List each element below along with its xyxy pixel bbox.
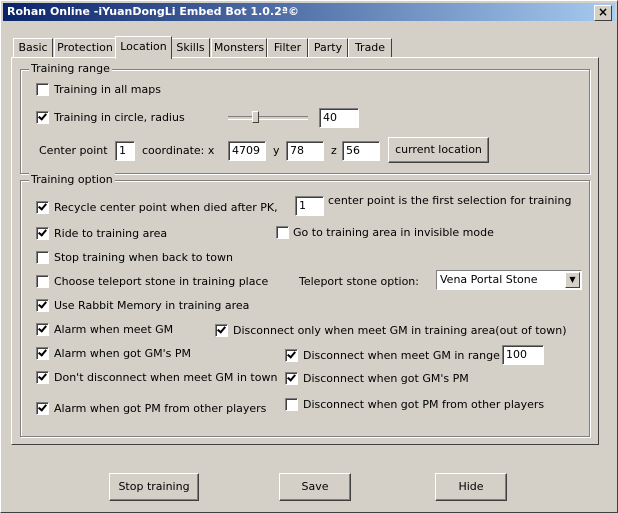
no-disconnect-town-label: Don't disconnect when meet GM in town bbox=[54, 371, 278, 384]
no-disconnect-town-checkbox[interactable] bbox=[36, 371, 49, 384]
recycle-center-checkbox[interactable] bbox=[36, 201, 49, 214]
center-point-input[interactable]: 1 bbox=[115, 141, 135, 161]
recycle-center-label: Recycle center point when died after PK, bbox=[54, 201, 278, 214]
training-option-group: Training option Recycle center point whe… bbox=[20, 173, 590, 437]
disconnect-gm-area-checkbox[interactable] bbox=[215, 324, 228, 337]
window-title: Rohan Online -iYuanDongLi Embed Bot 1.0.… bbox=[7, 5, 299, 18]
alarm-gm-pm-checkbox[interactable] bbox=[36, 347, 49, 360]
training-all-maps-label: Training in all maps bbox=[54, 83, 161, 96]
tab-label: Basic bbox=[18, 41, 48, 54]
rabbit-memory-checkbox[interactable] bbox=[36, 299, 49, 312]
z-label: z bbox=[331, 144, 337, 157]
disconnect-gm-range-checkbox[interactable] bbox=[285, 349, 298, 362]
tab-protection[interactable]: Protection bbox=[54, 38, 116, 58]
tab-location[interactable]: Location bbox=[115, 36, 172, 59]
stop-training-button[interactable]: Stop training bbox=[109, 473, 199, 501]
tab-label: Trade bbox=[354, 41, 386, 54]
disconnect-gm-range-label: Disconnect when meet GM in range bbox=[303, 349, 500, 362]
disconnect-gm-area-label: Disconnect only when meet GM in training… bbox=[233, 324, 567, 337]
disconnect-pm-players-label: Disconnect when got PM from other player… bbox=[303, 398, 545, 411]
location-panel: Training range Training in all maps Trai… bbox=[11, 57, 599, 445]
disconnect-pm-players-checkbox[interactable] bbox=[285, 398, 298, 411]
teleport-stone-selected: Vena Portal Stone bbox=[440, 273, 538, 286]
save-button[interactable]: Save bbox=[279, 473, 351, 501]
rabbit-memory-label: Use Rabbit Memory in training area bbox=[54, 299, 250, 312]
center-point-label: Center point bbox=[39, 144, 108, 157]
tab-monsters[interactable]: Monsters bbox=[211, 38, 267, 58]
ride-label: Ride to training area bbox=[54, 227, 168, 240]
disconnect-gm-pm-checkbox[interactable] bbox=[285, 372, 298, 385]
teleport-stone-select[interactable]: Vena Portal Stone ▼ bbox=[436, 270, 582, 290]
x-coordinate-input[interactable]: 4709 bbox=[228, 141, 266, 161]
ride-checkbox[interactable] bbox=[36, 227, 49, 240]
bot-window: Rohan Online -iYuanDongLi Embed Bot 1.0.… bbox=[0, 0, 618, 513]
tab-label: Party bbox=[313, 41, 343, 54]
gm-range-input[interactable]: 100 bbox=[502, 345, 544, 365]
close-button[interactable]: × bbox=[594, 5, 612, 21]
tab-label: Monsters bbox=[213, 41, 265, 54]
tab-label: Protection bbox=[57, 41, 113, 54]
training-circle-label: Training in circle, radius bbox=[54, 111, 185, 124]
center-selection-input[interactable]: 1 bbox=[295, 196, 324, 216]
alarm-gm-label: Alarm when meet GM bbox=[54, 323, 174, 336]
tab-skills[interactable]: Skills bbox=[171, 38, 210, 58]
stop-back-town-checkbox[interactable] bbox=[36, 251, 49, 264]
tab-party[interactable]: Party bbox=[308, 38, 348, 58]
center-selection-text: center point is the first selection for … bbox=[328, 194, 572, 207]
invisible-checkbox[interactable] bbox=[276, 226, 289, 239]
stop-back-town-label: Stop training when back to town bbox=[54, 251, 234, 264]
radius-input[interactable]: 40 bbox=[319, 108, 359, 128]
tab-label: Filter bbox=[273, 41, 302, 54]
alarm-gm-pm-label: Alarm when got GM's PM bbox=[54, 347, 191, 360]
y-label: y bbox=[273, 144, 280, 157]
training-range-legend: Training range bbox=[29, 62, 112, 75]
title-bar[interactable]: Rohan Online -iYuanDongLi Embed Bot 1.0.… bbox=[3, 3, 615, 21]
tab-basic[interactable]: Basic bbox=[13, 38, 53, 58]
disconnect-gm-pm-label: Disconnect when got GM's PM bbox=[303, 372, 469, 385]
y-coordinate-input[interactable]: 78 bbox=[286, 141, 324, 161]
alarm-gm-checkbox[interactable] bbox=[36, 323, 49, 336]
invisible-label: Go to training area in invisible mode bbox=[293, 226, 494, 239]
chevron-down-icon[interactable]: ▼ bbox=[565, 272, 580, 288]
radius-slider-thumb[interactable] bbox=[252, 111, 259, 123]
training-range-group: Training range Training in all maps Trai… bbox=[20, 62, 590, 174]
teleport-stone-checkbox[interactable] bbox=[36, 275, 49, 288]
training-circle-checkbox[interactable] bbox=[36, 111, 49, 124]
tab-filter[interactable]: Filter bbox=[267, 38, 308, 58]
teleport-option-label: Teleport stone option: bbox=[299, 275, 419, 288]
training-option-legend: Training option bbox=[29, 173, 115, 186]
teleport-stone-label: Choose teleport stone in training place bbox=[54, 275, 269, 288]
z-coordinate-input[interactable]: 56 bbox=[342, 141, 380, 161]
tab-trade[interactable]: Trade bbox=[348, 38, 392, 58]
alarm-pm-players-checkbox[interactable] bbox=[36, 402, 49, 415]
coordinate-x-label: coordinate: x bbox=[142, 144, 215, 157]
radius-slider-track[interactable] bbox=[228, 116, 308, 120]
tab-label: Skills bbox=[176, 41, 205, 54]
training-all-maps-checkbox[interactable] bbox=[36, 83, 49, 96]
current-location-button[interactable]: current location bbox=[388, 137, 489, 163]
tab-label: Location bbox=[120, 40, 167, 53]
alarm-pm-players-label: Alarm when got PM from other players bbox=[54, 402, 267, 415]
hide-button[interactable]: Hide bbox=[435, 473, 507, 501]
